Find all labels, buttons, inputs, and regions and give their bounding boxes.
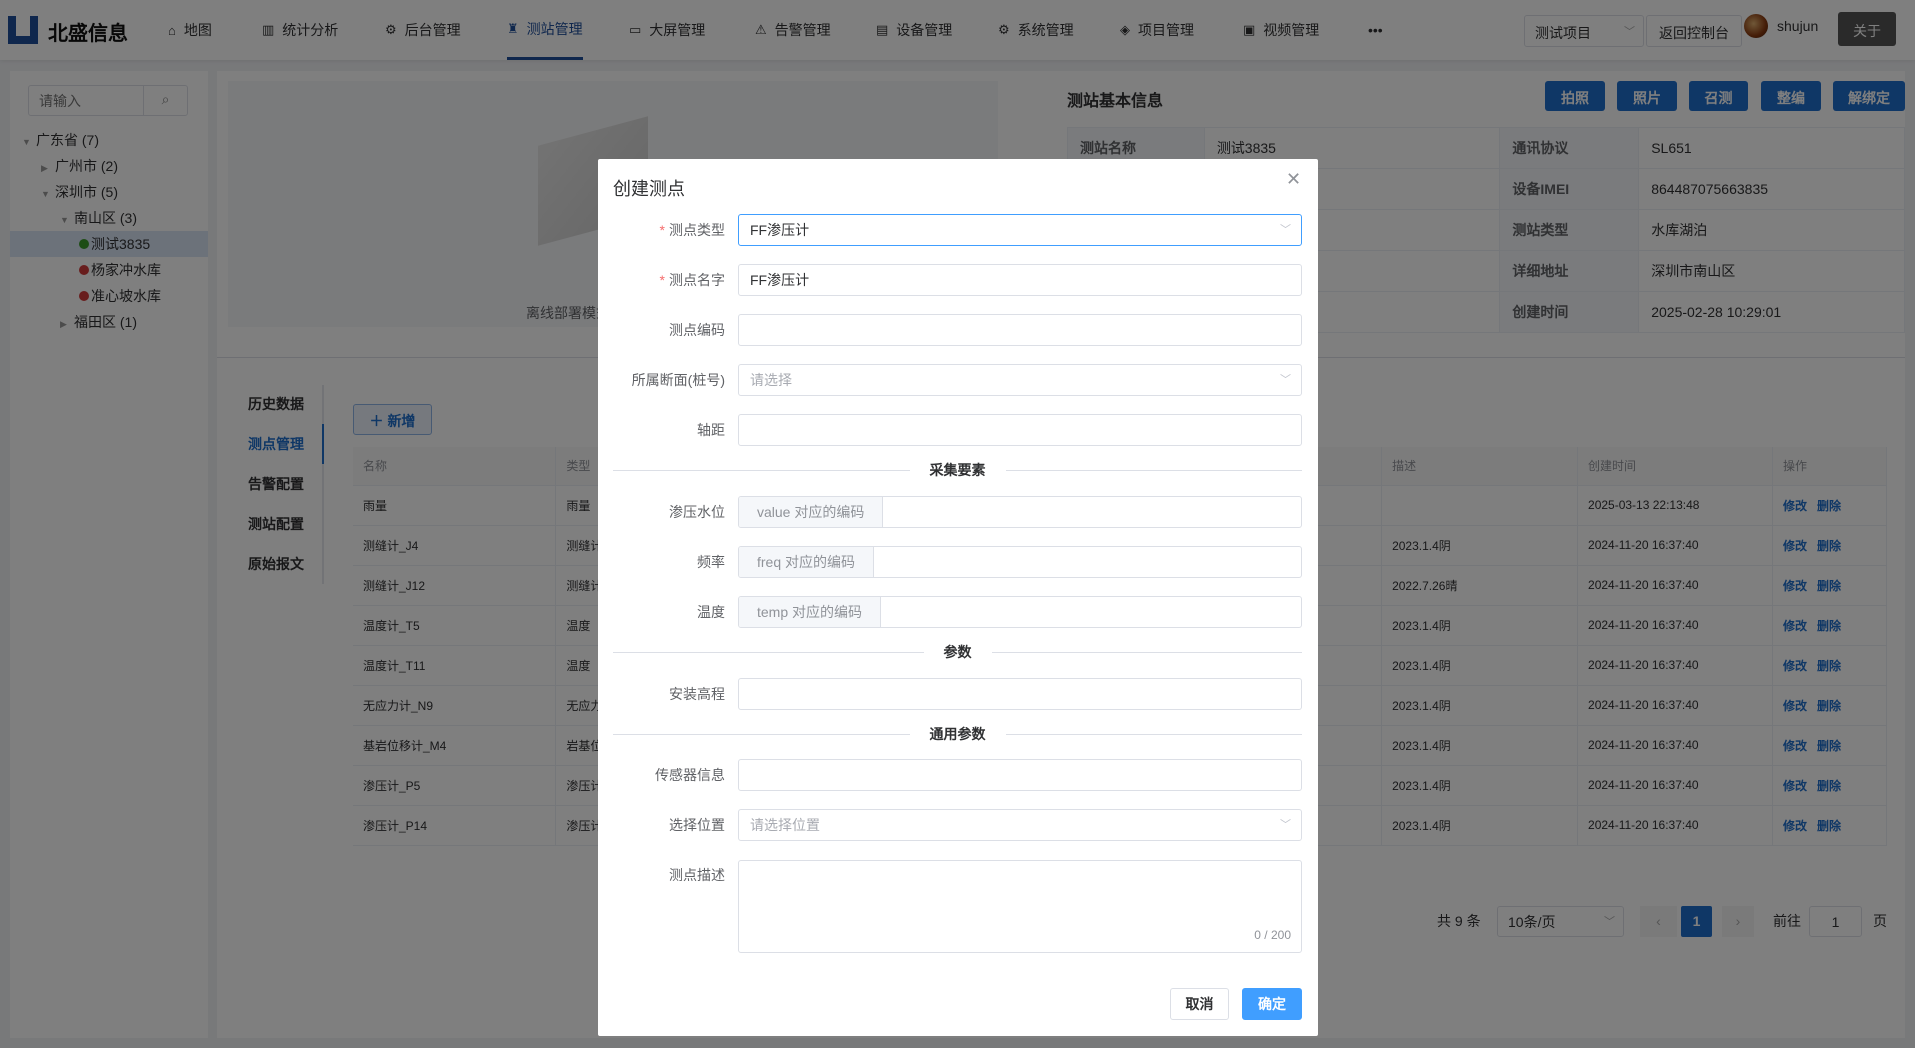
chevron-down-icon: ﹀: [1280, 819, 1291, 831]
type-label: * 测点类型: [659, 222, 725, 238]
location-select[interactable]: 请选择位置 ﹀: [738, 809, 1302, 841]
point-type-select[interactable]: FF渗压计 ﹀: [738, 214, 1302, 246]
section-label: 所属断面(桩号): [631, 372, 725, 388]
close-icon[interactable]: ✕: [1286, 169, 1301, 190]
name-label: * 测点名字: [659, 272, 725, 288]
code-label: 测点编码: [669, 322, 725, 338]
common-divider: 通用参数: [613, 724, 1302, 744]
seep-code-input[interactable]: value 对应的编码: [738, 496, 1302, 528]
axis-label: 轴距: [697, 422, 725, 438]
cancel-button[interactable]: 取消: [1170, 988, 1229, 1020]
sensor-label: 传感器信息: [655, 767, 725, 783]
temp-prefix: temp 对应的编码: [739, 597, 882, 627]
freq-prefix: freq 对应的编码: [739, 547, 875, 577]
create-point-dialog: 创建测点 ✕ * 测点类型 FF渗压计 ﹀ * 测点名字 FF渗压计 测点编码 所属断…: [598, 159, 1318, 1036]
confirm-button[interactable]: 确定: [1242, 988, 1302, 1020]
location-label: 选择位置: [669, 817, 725, 833]
temp-label: 温度: [697, 604, 725, 620]
desc-label: 测点描述: [669, 867, 725, 883]
point-name-input[interactable]: FF渗压计: [738, 264, 1302, 296]
description-textarea[interactable]: 0 / 200: [738, 860, 1302, 953]
dialog-title: 创建测点: [613, 179, 685, 199]
chevron-down-icon: ﹀: [1280, 374, 1291, 386]
elev-label: 安装高程: [669, 686, 725, 702]
temp-code-input[interactable]: temp 对应的编码: [738, 596, 1302, 628]
params-divider: 参数: [613, 642, 1302, 662]
seep-label: 渗压水位: [669, 504, 725, 520]
axis-distance-input[interactable]: [738, 414, 1302, 446]
elevation-input[interactable]: [738, 678, 1302, 710]
seep-prefix: value 对应的编码: [739, 497, 884, 527]
freq-code-input[interactable]: freq 对应的编码: [738, 546, 1302, 578]
section-select[interactable]: 请选择 ﹀: [738, 364, 1302, 396]
chevron-down-icon: ﹀: [1280, 224, 1291, 236]
sensor-info-input[interactable]: [738, 759, 1302, 791]
collect-divider: 采集要素: [613, 460, 1302, 480]
freq-label: 频率: [697, 554, 725, 570]
point-code-input[interactable]: [738, 314, 1302, 346]
char-count: 0 / 200: [1254, 928, 1291, 942]
